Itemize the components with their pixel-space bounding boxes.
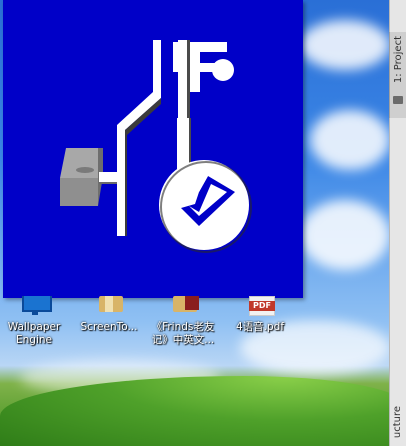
splash-logo xyxy=(60,40,252,253)
monitor-icon xyxy=(14,296,54,320)
splash-window xyxy=(3,0,303,298)
desktop-icon-wallpaper-engine[interactable]: Wallpaper Engine xyxy=(0,296,71,348)
tab-structure[interactable]: ucture xyxy=(389,400,406,446)
desktop-icon-screentogif[interactable]: ScreenTo... xyxy=(72,296,146,335)
desktop-icon-label-line2: Engine xyxy=(16,334,52,346)
folder-icon xyxy=(89,296,129,320)
desktop-icon-label: ScreenTo... xyxy=(80,321,138,333)
pdf-icon: PDF xyxy=(240,296,280,320)
project-folder-icon xyxy=(393,96,403,104)
desktop-icon-pdf[interactable]: PDF 4语音.pdf xyxy=(223,296,297,335)
tab-project[interactable]: 1: Project xyxy=(389,32,406,118)
desktop-icon-label-line2: 记》中英文... xyxy=(151,334,215,346)
desktop-icon-label: 4语音.pdf xyxy=(235,321,285,333)
desktop-icons: Wallpaper Engine ScreenTo... 《Frinds老友 记… xyxy=(0,296,390,366)
tab-structure-label: ucture xyxy=(392,406,403,439)
pdf-badge: PDF xyxy=(249,301,275,311)
desktop-icon-friends-folder[interactable]: 《Frinds老友 记》中英文... xyxy=(146,296,220,348)
book-folder-icon xyxy=(163,296,203,320)
tab-project-label: 1: Project xyxy=(393,36,404,84)
grass-hill xyxy=(0,376,406,446)
